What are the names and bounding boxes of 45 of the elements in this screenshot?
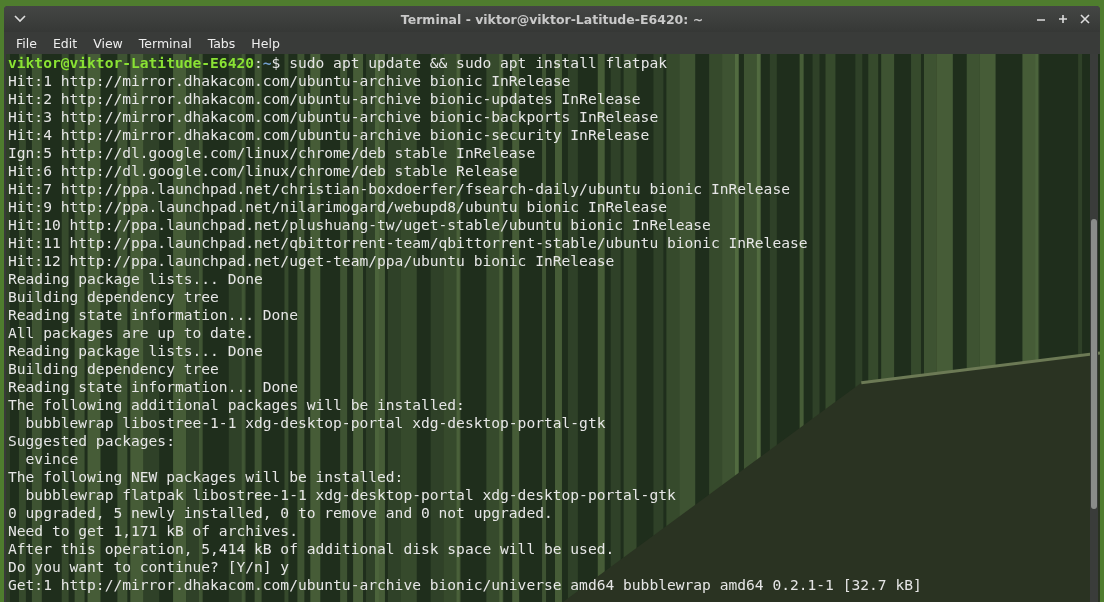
output-line: Hit:6 http://dl.google.com/linux/chrome/deb stable Release	[8, 162, 519, 180]
output-line: Building dependency tree	[8, 288, 220, 306]
chevron-down-icon[interactable]	[14, 15, 26, 23]
output-line: Reading package lists... Done	[8, 342, 264, 360]
output-line: Reading package lists... Done	[8, 270, 264, 288]
output-line: Hit:7 http://ppa.launchpad.net/christian-boxdoerfer/fsearch-daily/ubuntu bionic InRelease	[8, 180, 791, 198]
output-line: The following additional packages will be installed:	[8, 396, 466, 414]
output-line: bubblewrap flatpak libostree-1-1 xdg-desktop-portal xdg-desktop-portal-gtk	[24, 486, 677, 504]
prompt-separator: :	[254, 54, 263, 71]
output-line: Hit:9 http://ppa.launchpad.net/nilarimogard/webupd8/ubuntu bionic InRelease	[8, 198, 668, 216]
output-line: Suggested packages:	[8, 432, 176, 450]
output-line: Hit:10 http://ppa.launchpad.net/plushuang-tw/uget-stable/ubuntu bionic InRelease	[8, 216, 712, 234]
menu-item[interactable]: View	[85, 33, 131, 53]
output-line: Reading state information... Done	[8, 378, 299, 396]
output-line: The following NEW packages will be installed:	[8, 468, 405, 486]
prompt-user-host: viktor@viktor-Latitude-E6420	[8, 54, 254, 71]
output-line: Do you want to continue? [Y/n] y	[8, 558, 291, 576]
output-line: Need to get 1,171 kB of archives.	[8, 522, 299, 540]
output-line: 0 upgraded, 5 newly installed, 0 to remove and 0 not upgraded.	[8, 504, 554, 522]
window-title: Terminal - viktor@viktor-Latitude-E6420: ~	[399, 11, 705, 27]
output-line: After this operation, 5,414 kB of additional disk space will be used.	[8, 540, 616, 558]
output-line: Ign:5 http://dl.google.com/linux/chrome/deb stable InRelease	[8, 144, 537, 162]
output-line: Building dependency tree	[8, 360, 220, 378]
output-line: Hit:11 http://ppa.launchpad.net/qbittorrent-team/qbittorrent-stable/ubuntu bionic InRelease	[8, 234, 809, 252]
menu-item[interactable]: File	[8, 33, 45, 53]
maximize-icon[interactable]	[1058, 14, 1068, 24]
output-line: Hit:2 http://mirror.dhakacom.com/ubuntu-archive bionic-updates InRelease	[8, 90, 642, 108]
prompt-path: ~	[262, 54, 272, 71]
close-icon[interactable]	[1080, 14, 1090, 24]
output-line: Hit:12 http://ppa.launchpad.net/uget-team/ppa/ubuntu bionic InRelease	[8, 252, 616, 270]
output-line: Hit:1 http://mirror.dhakacom.com/ubuntu-archive bionic InRelease	[8, 72, 572, 90]
output-line: Hit:3 http://mirror.dhakacom.com/ubuntu-archive bionic-backports InRelease	[8, 108, 660, 126]
output-line: evince	[24, 450, 80, 468]
scrollbar[interactable]	[1090, 54, 1098, 602]
output-line: Hit:4 http://mirror.dhakacom.com/ubuntu-archive bionic-security InRelease	[8, 126, 651, 144]
output-line: Get:1 http://mirror.dhakacom.com/ubuntu-archive bionic/universe amd64 bubblewrap amd64 0.2.1-1 [32.7 kB]	[8, 576, 923, 594]
menu-item[interactable]: Tabs	[199, 33, 244, 53]
output-line: All packages are up to date.	[8, 324, 255, 342]
scrollbar-thumb[interactable]	[1091, 219, 1097, 509]
output-line: Reading state information... Done	[8, 306, 299, 324]
menu-item[interactable]: Help	[243, 33, 288, 53]
command-text: $ sudo apt update && sudo apt install flatpak	[271, 54, 667, 71]
menu-item[interactable]: Edit	[44, 33, 86, 53]
output-line: bubblewrap libostree-1-1 xdg-desktop-portal xdg-desktop-portal-gtk	[24, 414, 607, 432]
menu-item[interactable]: Terminal	[130, 33, 200, 53]
